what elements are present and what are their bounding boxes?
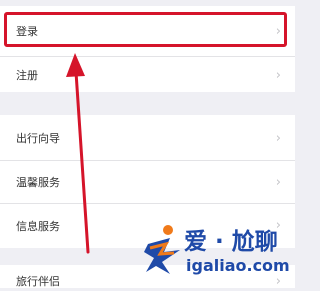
menu-item-label: 信息服务 (16, 219, 60, 233)
watermark-logo-icon (144, 225, 180, 274)
login-highlight-box (4, 12, 287, 47)
chevron-right-icon: › (275, 130, 281, 146)
menu-item-label: 注册 (16, 69, 38, 82)
menu-item-warm-service[interactable]: 温馨服务 › (0, 161, 295, 203)
menu-item-travel-guide[interactable]: 出行向导 › (0, 117, 295, 159)
watermark: 爱 · 尬聊 igaliao.com (140, 220, 295, 288)
watermark-title: 爱 · 尬聊 (184, 229, 278, 255)
chevron-right-icon: › (275, 174, 281, 190)
chevron-right-icon: › (275, 67, 281, 83)
menu-item-register[interactable]: 注册 › (0, 56, 295, 94)
watermark-url: igaliao.com (186, 256, 290, 275)
menu-item-label: 出行向导 (16, 132, 60, 145)
menu-item-label: 旅行伴侣 (16, 275, 60, 288)
menu-item-label: 温馨服务 (16, 176, 60, 189)
